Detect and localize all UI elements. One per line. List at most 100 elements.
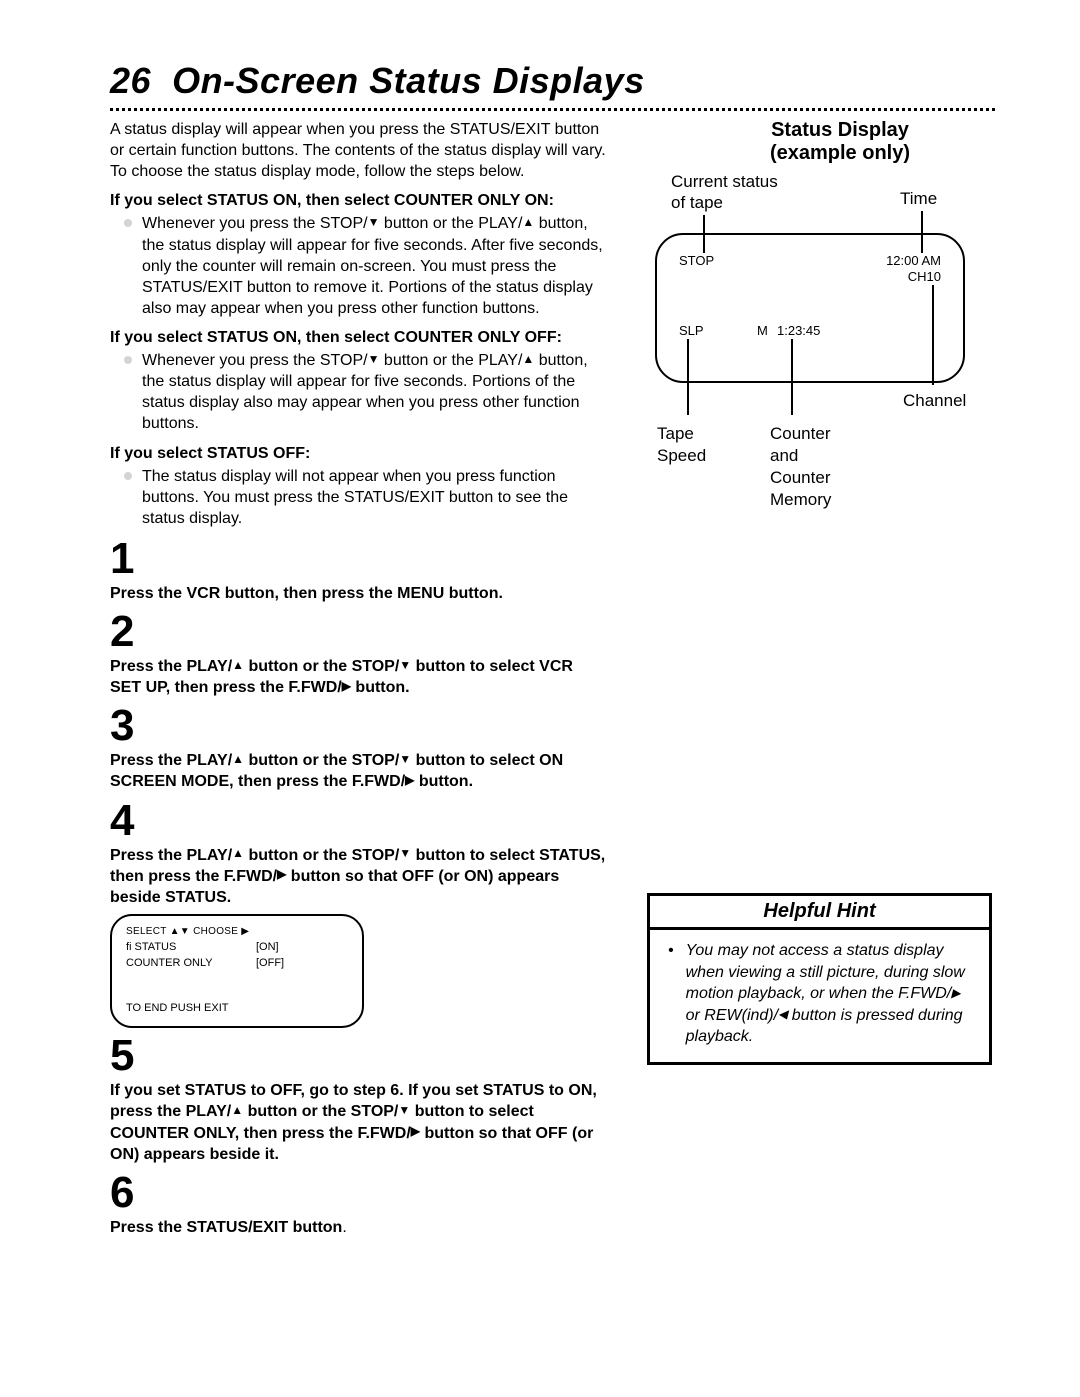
bullet-dot-icon: •	[668, 940, 674, 1048]
text: Tape	[657, 424, 694, 443]
text: Speed	[657, 446, 706, 465]
pointer-line	[932, 285, 934, 385]
tv-row-counter: COUNTER ONLY [OFF]	[126, 955, 348, 972]
text: Counter	[770, 468, 830, 487]
callout-counter: Counter and Counter Memory	[770, 423, 831, 511]
triangle-up-icon: ▲	[231, 1103, 243, 1119]
callout-channel: Channel	[903, 391, 966, 411]
manual-page: 26 On-Screen Status Displays A status di…	[0, 0, 1080, 1397]
step-5-text: If you set STATUS to OFF, go to step 6. …	[110, 1080, 607, 1164]
sd-title-line1: Status Display	[685, 119, 995, 142]
triangle-up-icon: ▲	[232, 752, 244, 768]
step-4-text: Press the PLAY/▲ button or the STOP/▼ bu…	[110, 845, 607, 908]
hint-bullet: • You may not access a status display wh…	[668, 940, 975, 1048]
step-2-text: Press the PLAY/▲ button or the STOP/▼ bu…	[110, 656, 607, 698]
helpful-hint-body: • You may not access a status display wh…	[650, 930, 989, 1062]
triangle-right-icon: ▶	[277, 867, 286, 883]
step-5-number: 5	[110, 1034, 607, 1078]
bullet-icon	[124, 219, 132, 227]
osd-stop: STOP	[679, 253, 714, 268]
helpful-hint-box: Helpful Hint • You may not access a stat…	[647, 893, 992, 1065]
right-column: Status Display (example only) Current st…	[625, 119, 995, 1240]
sd-top-labels: Current status of tape Time	[655, 171, 995, 229]
page-title: 26 On-Screen Status Displays	[110, 60, 995, 102]
text: button or the PLAY/	[379, 352, 522, 369]
text: Current status	[671, 172, 778, 191]
text: button or the STOP/	[244, 658, 399, 675]
tv-select-line: SELECT ▲▼ CHOOSE ▶	[126, 924, 348, 939]
triangle-right-icon: ▶	[411, 1124, 420, 1140]
step-3-text: Press the PLAY/▲ button or the STOP/▼ bu…	[110, 750, 607, 792]
tv-footer: TO END PUSH EXIT	[126, 1000, 348, 1017]
text: .	[342, 1219, 346, 1236]
section-1-body: Whenever you press the STOP/▼ button or …	[142, 213, 607, 319]
section-1-bullet: Whenever you press the STOP/▼ button or …	[110, 213, 607, 319]
triangle-down-icon: ▼	[399, 658, 411, 674]
text: button.	[351, 679, 410, 696]
section-3-bullet: The status display will not appear when …	[110, 466, 607, 529]
two-column-layout: A status display will appear when you pr…	[110, 119, 995, 1240]
osd-counter: 1:23:45	[777, 323, 820, 338]
page-title-text: On-Screen Status Displays	[172, 60, 645, 101]
text: Press the STATUS/EXIT button	[110, 1219, 342, 1236]
bullet-icon	[124, 356, 132, 364]
triangle-up-icon: ▲	[522, 215, 534, 231]
text: Memory	[770, 490, 831, 509]
step-1-number: 1	[110, 537, 607, 581]
pointer-line	[687, 339, 689, 415]
sd-title-line2: (example only)	[685, 142, 995, 165]
triangle-right-icon: ▶	[342, 679, 351, 695]
tv-status-label: ﬁ STATUS	[126, 939, 256, 956]
text: Counter	[770, 424, 830, 443]
text: Press the PLAY/	[110, 658, 232, 675]
osd-clock: 12:00 AM	[886, 253, 941, 268]
section-3-body: The status display will not appear when …	[142, 466, 607, 529]
intro-text: A status display will appear when you pr…	[110, 119, 607, 182]
text: button or the STOP/	[244, 847, 399, 864]
tv-screen-inset: SELECT ▲▼ CHOOSE ▶ ﬁ STATUS [ON] COUNTER…	[110, 914, 364, 1029]
tv-row-status: ﬁ STATUS [ON]	[126, 939, 348, 956]
section-1-heading: If you select STATUS ON, then select COU…	[110, 190, 607, 211]
triangle-right-icon: ▶	[951, 985, 960, 1001]
callout-time: Time	[900, 189, 937, 209]
text: Whenever you press the STOP/	[142, 215, 368, 232]
callout-current-status: Current status of tape	[671, 171, 778, 214]
left-column: A status display will appear when you pr…	[110, 119, 607, 1240]
tv-counter-label: COUNTER ONLY	[126, 955, 256, 972]
triangle-down-icon: ▼	[368, 352, 380, 368]
text: You may not access a status display when…	[686, 942, 965, 1002]
text: button.	[414, 773, 473, 790]
text: Whenever you press the STOP/	[142, 352, 368, 369]
section-3-heading: If you select STATUS OFF:	[110, 443, 607, 464]
triangle-right-icon: ▶	[405, 773, 414, 789]
triangle-down-icon: ▼	[399, 752, 411, 768]
triangle-down-icon: ▼	[399, 846, 411, 862]
osd-tape-speed: SLP	[679, 323, 704, 338]
pointer-line	[791, 339, 793, 415]
triangle-up-icon: ▲	[232, 846, 244, 862]
section-2-heading: If you select STATUS ON, then select COU…	[110, 327, 607, 348]
triangle-left-icon: ◀	[778, 1006, 787, 1022]
bullet-icon	[124, 472, 132, 480]
step-1-text: Press the VCR button, then press the MEN…	[110, 583, 607, 604]
step-2-number: 2	[110, 610, 607, 654]
step-3-number: 3	[110, 704, 607, 748]
section-2-bullet: Whenever you press the STOP/▼ button or …	[110, 350, 607, 434]
text: button or the PLAY/	[379, 215, 522, 232]
triangle-up-icon: ▲	[522, 352, 534, 368]
tv-status-value: [ON]	[256, 939, 279, 956]
step-4-number: 4	[110, 799, 607, 843]
page-number: 26	[110, 60, 151, 101]
text: of tape	[671, 193, 723, 212]
triangle-up-icon: ▲	[232, 658, 244, 674]
text: Press the PLAY/	[110, 847, 232, 864]
step-6-number: 6	[110, 1171, 607, 1215]
status-display-box: STOP 12:00 AM CH10 SLP M 1:23:45	[655, 233, 965, 383]
section-2-body: Whenever you press the STOP/▼ button or …	[142, 350, 607, 434]
text: Press the PLAY/	[110, 752, 232, 769]
text: or REW(ind)/	[686, 1007, 778, 1024]
osd-channel: CH10	[908, 269, 941, 284]
text: button or the STOP/	[243, 1103, 398, 1120]
triangle-down-icon: ▼	[398, 1103, 410, 1119]
osd-memory-flag: M	[757, 323, 768, 338]
